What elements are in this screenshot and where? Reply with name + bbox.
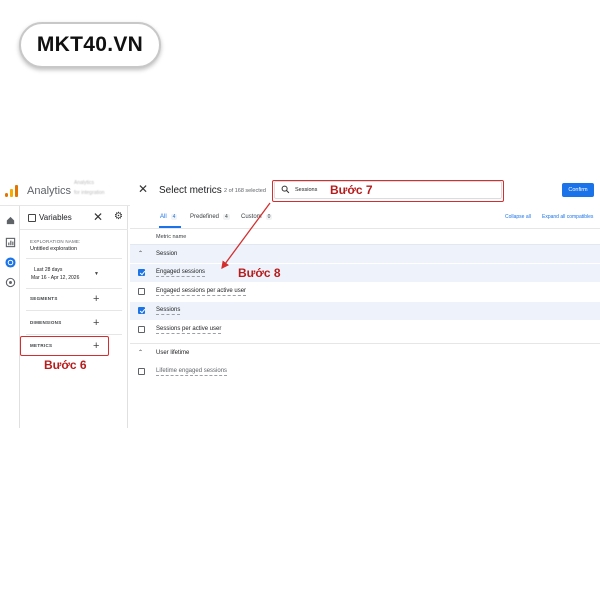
metric-checkbox[interactable] <box>138 307 145 314</box>
variables-panel: Variables ✕ ⚙ EXPLORATION NAME: Untitled… <box>20 206 128 428</box>
analytics-logo-icon <box>5 185 18 197</box>
advertising-icon[interactable] <box>4 276 16 288</box>
variables-title: Variables <box>39 213 72 222</box>
add-segment-plus-icon[interactable]: + <box>93 294 99 305</box>
close-icon[interactable]: ✕ <box>93 210 103 224</box>
close-icon[interactable]: ✕ <box>138 182 148 196</box>
analytics-app: Analytics Analytics for integration Vari… <box>0 172 600 428</box>
dialog-title: Select metrics <box>159 185 222 196</box>
segments-label: SEGMENTS <box>30 296 58 301</box>
tab-count: 4 <box>223 214 230 220</box>
metric-checkbox[interactable] <box>138 288 145 295</box>
group-name: User lifetime <box>156 350 190 356</box>
step7-highlight-box <box>272 180 504 202</box>
chevron-up-icon[interactable]: ⌃ <box>138 349 143 356</box>
app-title: Analytics <box>27 185 72 197</box>
metric-name: Sessions <box>156 307 181 315</box>
group-row-user-lifetime[interactable]: ⌃ User lifetime <box>130 343 600 362</box>
confirm-label: Confirm <box>568 187 588 193</box>
collapse-all-link[interactable]: Collapse all <box>505 214 531 220</box>
selected-count: 2 of 168 selected <box>224 188 266 194</box>
tab-label: Predefined <box>190 214 220 220</box>
metric-name: Engaged sessions per active user <box>156 288 247 296</box>
date-range-values[interactable]: Mar 16 - Apr 12, 2026 <box>31 275 79 281</box>
brand-badge: MKT40.VN <box>19 22 161 68</box>
divider <box>26 288 122 289</box>
metric-name: Engaged sessions <box>156 269 206 277</box>
divider <box>26 310 122 311</box>
tab-label: All <box>160 214 167 220</box>
step7-label: Bước 7 <box>330 183 373 197</box>
chevron-up-icon[interactable]: ⌃ <box>138 250 143 257</box>
metric-row[interactable]: Engaged sessions per active user <box>130 283 600 301</box>
metric-row[interactable]: Sessions per active user <box>130 321 600 339</box>
exploration-name-field[interactable]: Untitled exploration <box>30 246 77 252</box>
group-name: Session <box>156 251 178 257</box>
gear-icon[interactable]: ⚙ <box>114 211 123 222</box>
brand-text: MKT40.VN <box>36 33 144 56</box>
add-dimension-plus-icon[interactable]: + <box>93 318 99 329</box>
property-name: for integration <box>74 190 105 196</box>
tab-label: Custom <box>241 214 262 220</box>
account-selector[interactable]: Analytics for integration <box>74 180 124 200</box>
exploration-name-label: EXPLORATION NAME: <box>30 239 81 244</box>
tab-all[interactable]: All 4 <box>160 214 178 220</box>
metric-name: Lifetime engaged sessions <box>156 368 228 376</box>
step6-highlight-box <box>20 336 109 356</box>
tab-predefined[interactable]: Predefined 4 <box>190 214 230 220</box>
metric-checkbox[interactable] <box>138 326 145 333</box>
column-header: Metric name <box>156 234 187 240</box>
reports-icon[interactable] <box>4 236 16 248</box>
account-name: Analytics <box>74 180 95 186</box>
metric-checkbox[interactable] <box>138 269 145 276</box>
step6-label: Bước 6 <box>44 358 87 372</box>
expand-all-compatibles-link[interactable]: Expand all compatibles <box>542 214 593 220</box>
confirm-button[interactable]: Confirm <box>562 183 594 197</box>
metric-row[interactable]: Sessions <box>130 302 600 320</box>
variables-icon <box>28 214 36 222</box>
date-range-label[interactable]: Last 28 days <box>34 267 62 273</box>
divider <box>130 228 600 229</box>
chevron-down-icon[interactable]: ▼ <box>94 271 99 277</box>
tab-count: 4 <box>170 214 178 220</box>
app-header: Analytics Analytics for integration <box>0 172 130 206</box>
dimensions-label: DIMENSIONS <box>30 320 62 325</box>
divider <box>26 258 122 259</box>
left-nav-rail <box>0 206 20 428</box>
divider <box>26 334 122 335</box>
metric-row[interactable]: Lifetime engaged sessions <box>130 363 600 381</box>
select-metrics-dialog: ✕ Select metrics 2 of 168 selected Sessi… <box>130 172 600 428</box>
metric-checkbox[interactable] <box>138 368 145 375</box>
variables-header: Variables ✕ ⚙ <box>20 206 128 230</box>
group-row-session[interactable]: ⌃ Session <box>130 244 600 263</box>
step8-label: Bước 8 <box>238 266 281 280</box>
tab-count: 0 <box>265 214 273 220</box>
tab-custom[interactable]: Custom 0 <box>241 214 273 220</box>
explore-icon[interactable] <box>4 256 16 268</box>
metric-name: Sessions per active user <box>156 326 222 334</box>
metric-row[interactable]: Engaged sessions <box>130 264 600 282</box>
home-icon[interactable] <box>4 214 16 226</box>
